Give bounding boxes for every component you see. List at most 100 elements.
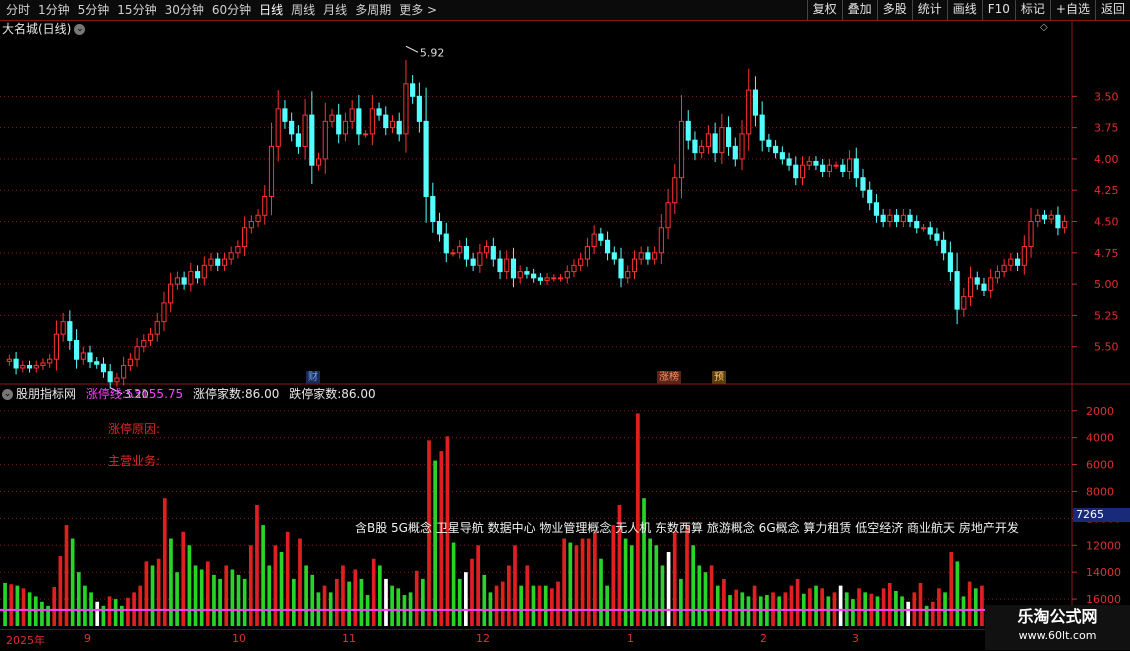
indicator-bar	[218, 578, 222, 626]
candle-body	[840, 164, 846, 172]
indicator-bar	[83, 585, 87, 626]
candle-body	[860, 177, 866, 191]
indicator-bar	[359, 578, 364, 626]
indicator-bar	[967, 581, 972, 626]
event-marker-0[interactable]: 财	[306, 371, 320, 384]
indicator-bar	[267, 565, 272, 626]
candle-body	[73, 339, 80, 360]
candle-body	[168, 283, 174, 304]
indicator-bar	[691, 545, 696, 626]
business-label: 主营业务:	[108, 454, 161, 468]
indicator-bar	[470, 558, 474, 626]
indicator-bar	[464, 572, 468, 626]
candle-body	[920, 227, 927, 230]
y-tick-label: 3.50	[1094, 90, 1119, 103]
candle-body	[833, 164, 839, 167]
candle-body	[134, 346, 140, 360]
down-count-label: 跌停家数:	[289, 387, 342, 401]
candle-body	[114, 377, 120, 383]
indicator-bar	[156, 558, 161, 626]
indicator-bar	[144, 561, 149, 626]
indicator-bar	[734, 589, 739, 626]
indicator-bar	[291, 578, 296, 626]
indicator-bar	[881, 588, 886, 626]
limitline-value: 53155.75	[125, 387, 184, 401]
indicator-bar	[162, 498, 167, 626]
indicator-bar	[568, 542, 573, 626]
candle-body	[974, 277, 980, 285]
indicator-bar	[642, 498, 646, 626]
indicator-bar	[21, 588, 26, 626]
candle-body	[678, 120, 685, 179]
candle-body	[221, 258, 228, 266]
candle-body	[779, 152, 785, 160]
candle-body	[699, 145, 705, 154]
candle-body	[638, 252, 644, 260]
candle-body	[60, 321, 66, 335]
chevron-down-icon[interactable]: ⌄	[2, 389, 13, 400]
candle-body	[443, 233, 449, 254]
candle-body	[40, 362, 46, 366]
candle-body	[262, 195, 268, 216]
indicator-bar	[838, 585, 843, 626]
indicator-bar	[531, 585, 536, 626]
candle-body	[1028, 221, 1034, 248]
candle-body	[510, 258, 517, 279]
candle-body	[604, 239, 611, 254]
candle-body	[484, 246, 490, 254]
indicator-bar	[476, 545, 480, 626]
high-pointer	[405, 45, 419, 53]
candle-body	[524, 271, 530, 275]
indicator-bar	[887, 582, 892, 626]
candle-body	[988, 277, 994, 291]
indicator-bar	[107, 596, 112, 626]
candle-body	[1062, 221, 1068, 229]
candle-body	[215, 258, 221, 266]
candle-body	[53, 333, 59, 360]
event-marker-2[interactable]: 预	[712, 371, 726, 384]
candle-body	[342, 120, 349, 135]
candle-body	[282, 108, 288, 122]
indicator-bar	[377, 565, 382, 626]
up-count-label: 涨停家数:	[192, 387, 246, 401]
candle-body	[665, 202, 671, 229]
candle-body	[94, 361, 100, 365]
event-marker-1[interactable]: 涨榜	[657, 371, 681, 384]
indicator-bar	[857, 588, 861, 626]
candle-body	[309, 114, 315, 166]
candle-body	[490, 246, 496, 260]
candle-body	[208, 258, 214, 266]
candle-body	[645, 252, 651, 260]
date-label-5: 1	[627, 632, 634, 645]
candle-body	[329, 114, 335, 122]
chart-canvas[interactable]: 5.50 5.25 5.00 4.75 4.50 4.25 4.00 3.75 3.50 5.92…	[0, 0, 1130, 650]
candle-body	[363, 133, 369, 136]
indicator-bar	[851, 599, 855, 626]
indicator-bar	[230, 569, 235, 626]
candle-body	[631, 258, 638, 273]
candle-body	[275, 108, 281, 147]
indicator-bar	[599, 558, 603, 626]
candle-body	[376, 108, 382, 116]
candle-body	[121, 364, 127, 379]
indicator-bar	[347, 581, 351, 626]
candle-body	[248, 221, 254, 229]
indicator-bar	[205, 561, 210, 626]
y-tick-label: 3.75	[1094, 122, 1119, 135]
candle-body	[531, 273, 537, 279]
candle-body	[463, 246, 470, 260]
indicator-bar	[605, 585, 610, 626]
indicator-bar	[101, 605, 106, 626]
indicator-name[interactable]: 股朋指标网	[16, 387, 76, 401]
candle-body	[766, 139, 772, 147]
date-label-0: 2025年	[6, 634, 45, 647]
candle-body	[941, 239, 947, 254]
candle-body	[289, 120, 295, 135]
candle-body	[1008, 258, 1014, 266]
candle-body	[423, 120, 429, 197]
indicator-bar	[623, 538, 628, 626]
candle-body	[336, 114, 342, 135]
candle-body	[147, 333, 154, 341]
candle-body	[255, 214, 261, 223]
candle-body	[598, 233, 604, 241]
